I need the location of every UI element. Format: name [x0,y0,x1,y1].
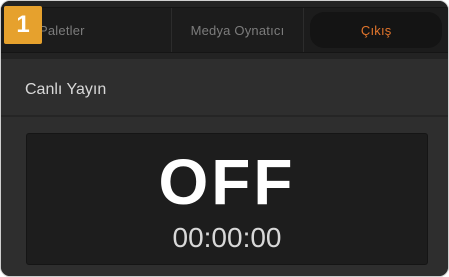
tab-strip: Paletler Medya Oynatıcı Çıkış [1,7,448,53]
step-number-badge: 1 [4,6,42,44]
section-title: Canlı Yayın [25,81,107,98]
tab-output[interactable]: Çıkış [310,12,443,48]
live-stream-section: Canlı Yayın OFF 00:00:00 [1,59,448,276]
stream-duration-timer: 00:00:00 [172,222,282,253]
output-panel-window: Paletler Medya Oynatıcı Çıkış 1 Canlı Ya… [0,0,449,277]
tab-media-player-label: Medya Oynatıcı [190,22,285,38]
section-divider [1,115,448,117]
live-stream-status-display[interactable]: OFF 00:00:00 [26,133,428,265]
tab-palettes-label: Paletler [39,22,85,38]
tab-bar: Paletler Medya Oynatıcı Çıkış [1,1,448,59]
stream-status-text: OFF [158,146,296,218]
tab-output-label: Çıkış [360,22,392,38]
tab-media-player[interactable]: Medya Oynatıcı [172,8,305,52]
